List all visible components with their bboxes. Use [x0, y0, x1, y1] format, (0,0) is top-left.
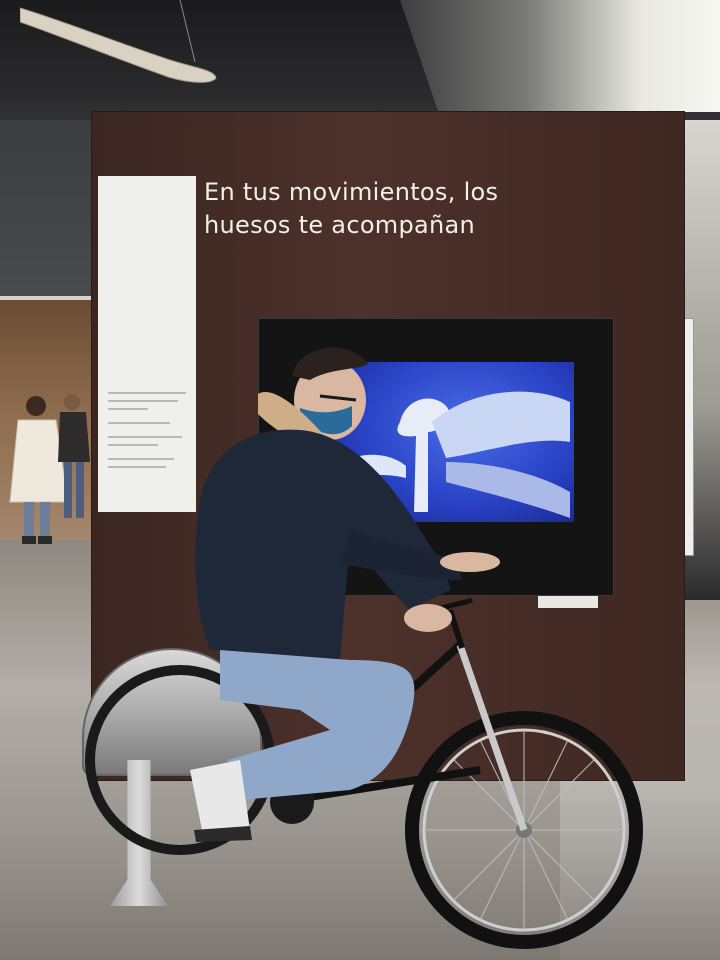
hanging-bone-sculpture	[20, 0, 217, 83]
headline-line-2: huesos te acompañan	[204, 211, 476, 239]
visitor-dark-coat	[58, 394, 90, 518]
museum-scene: En tus movimientos, los huesos te acompa…	[0, 0, 720, 960]
headline-line-1: En tus movimientos, los	[204, 178, 499, 206]
person-on-bike	[190, 347, 500, 842]
ceiling-skylight	[400, 0, 720, 112]
exhibit-headline: En tus movimientos, los huesos te acompa…	[204, 176, 534, 242]
